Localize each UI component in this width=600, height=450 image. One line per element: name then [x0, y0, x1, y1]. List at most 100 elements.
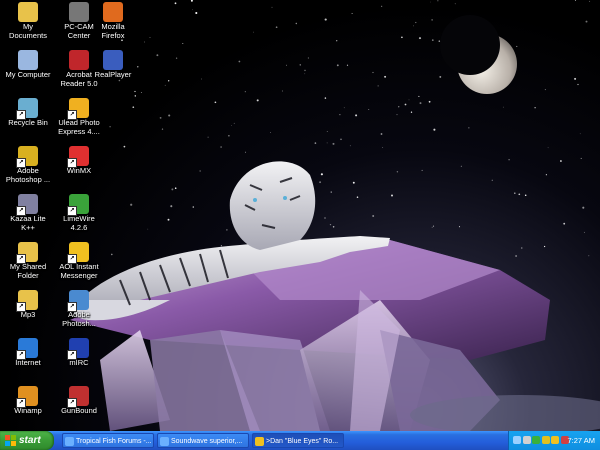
ulead-icon: ↗ [67, 98, 89, 120]
star [421, 169, 423, 171]
aim-tray-icon[interactable] [551, 436, 559, 444]
clock[interactable]: 7:27 AM [567, 431, 595, 450]
star [332, 226, 335, 228]
star [384, 75, 387, 78]
desktop-icon[interactable]: ↗ Mp3 [5, 290, 51, 320]
limewire-icon: ↗ [67, 194, 89, 216]
star [547, 147, 549, 149]
recycle-bin-icon: ↗ [16, 98, 38, 120]
star [419, 102, 422, 105]
star [256, 99, 259, 102]
taskbar-task-button[interactable]: Tropical Fish Forums -... [62, 433, 154, 448]
star [304, 69, 306, 72]
star [574, 0, 577, 2]
desktop-icon-label: My Documents [9, 22, 47, 40]
taskbar-task-button[interactable]: Soundwave superior,... [157, 433, 249, 448]
desktop-icon[interactable]: Mozilla Firefox [90, 2, 136, 40]
star [295, 22, 298, 25]
star-field [109, 0, 591, 260]
star [231, 125, 232, 126]
desktop-icon[interactable]: ↗ GunBound [56, 386, 102, 416]
star [270, 132, 271, 134]
star [514, 192, 516, 194]
star [147, 228, 149, 230]
star [324, 217, 326, 219]
star [118, 79, 121, 82]
star [413, 25, 414, 27]
star [580, 157, 582, 159]
desktop-icon-label: Internet [15, 358, 41, 367]
star [390, 194, 394, 197]
messenger-icon[interactable] [532, 436, 540, 444]
star [356, 196, 359, 198]
star [437, 0, 439, 2]
desktop-icon[interactable]: ↗ Adobe Photosh... [56, 290, 102, 328]
desktop-icon[interactable]: ↗ Winamp [5, 386, 51, 416]
star [171, 188, 174, 191]
star [415, 21, 417, 24]
star [396, 114, 398, 116]
desktop-icon[interactable]: ↗ Kazaa Lite K++ [5, 194, 51, 232]
star [168, 80, 170, 82]
kazaa-icon: ↗ [16, 194, 38, 216]
desktop-icon[interactable]: My Documents [5, 2, 51, 40]
desktop-icon[interactable]: ↗ My Shared Folder [5, 242, 51, 280]
shortcut-arrow-icon: ↗ [16, 398, 26, 408]
desktop-icon[interactable]: RealPlayer [90, 50, 136, 80]
star [352, 181, 355, 184]
shortcut-arrow-icon: ↗ [16, 206, 26, 216]
star [132, 106, 135, 109]
desktop[interactable]: My Documents PC-CAM Center Mozilla Firefox… [0, 0, 600, 431]
star [577, 83, 579, 86]
desktop-icon[interactable]: ↗ mIRC [56, 338, 102, 368]
star [253, 31, 254, 33]
my-computer-icon [18, 50, 38, 70]
star [238, 60, 241, 63]
star [583, 231, 585, 233]
mirc-icon: ↗ [67, 338, 89, 360]
star [326, 142, 328, 144]
star [307, 57, 310, 59]
antivirus-icon[interactable] [541, 436, 550, 444]
desktop-icon[interactable]: ↗ WinMX [56, 146, 102, 176]
star [271, 6, 273, 8]
desktop-icon[interactable]: ↗ Internet [5, 338, 51, 368]
star [123, 145, 126, 148]
star [159, 116, 162, 119]
desktop-icon[interactable]: ↗ LimeWire 4.2.6 [56, 194, 102, 232]
star [174, 2, 177, 5]
star [418, 37, 422, 40]
star [233, 122, 235, 124]
realplayer-icon [103, 50, 123, 70]
shortcut-arrow-icon: ↗ [16, 302, 26, 312]
star [401, 36, 403, 39]
desktop-icon[interactable]: ↗ Adobe Photoshop ... [5, 146, 51, 184]
star [355, 114, 358, 117]
desktop-icon-label: Kazaa Lite K++ [10, 214, 46, 232]
desktop-icon-label: Recycle Bin [8, 118, 48, 127]
desktop-icon-label: Winamp [14, 406, 42, 415]
desktop-icon[interactable]: ↗ AOL Instant Messenger [56, 242, 102, 280]
taskbar-task-button[interactable]: >Dan "Blue Eyes" Ro... [252, 433, 344, 448]
shortcut-arrow-icon: ↗ [67, 254, 77, 264]
star [574, 77, 577, 80]
aim-icon: ↗ [67, 242, 89, 264]
volume-icon[interactable] [522, 436, 531, 444]
star [137, 66, 139, 68]
desktop-icon[interactable]: My Computer [5, 50, 51, 80]
star [286, 64, 287, 66]
star [508, 158, 510, 161]
star [168, 114, 171, 117]
star [190, 0, 193, 2]
star [170, 205, 173, 208]
star [199, 170, 201, 172]
desktop-icon[interactable]: ↗ Recycle Bin [5, 98, 51, 128]
star [330, 191, 332, 193]
desktop-icon[interactable]: ↗ Ulead Photo Express 4.... [56, 98, 102, 136]
network-icon[interactable] [513, 436, 521, 444]
star [275, 26, 278, 29]
desktop-icon-label: GunBound [61, 406, 97, 415]
start-button[interactable]: start [0, 431, 54, 450]
star [174, 187, 177, 189]
star [228, 134, 230, 137]
